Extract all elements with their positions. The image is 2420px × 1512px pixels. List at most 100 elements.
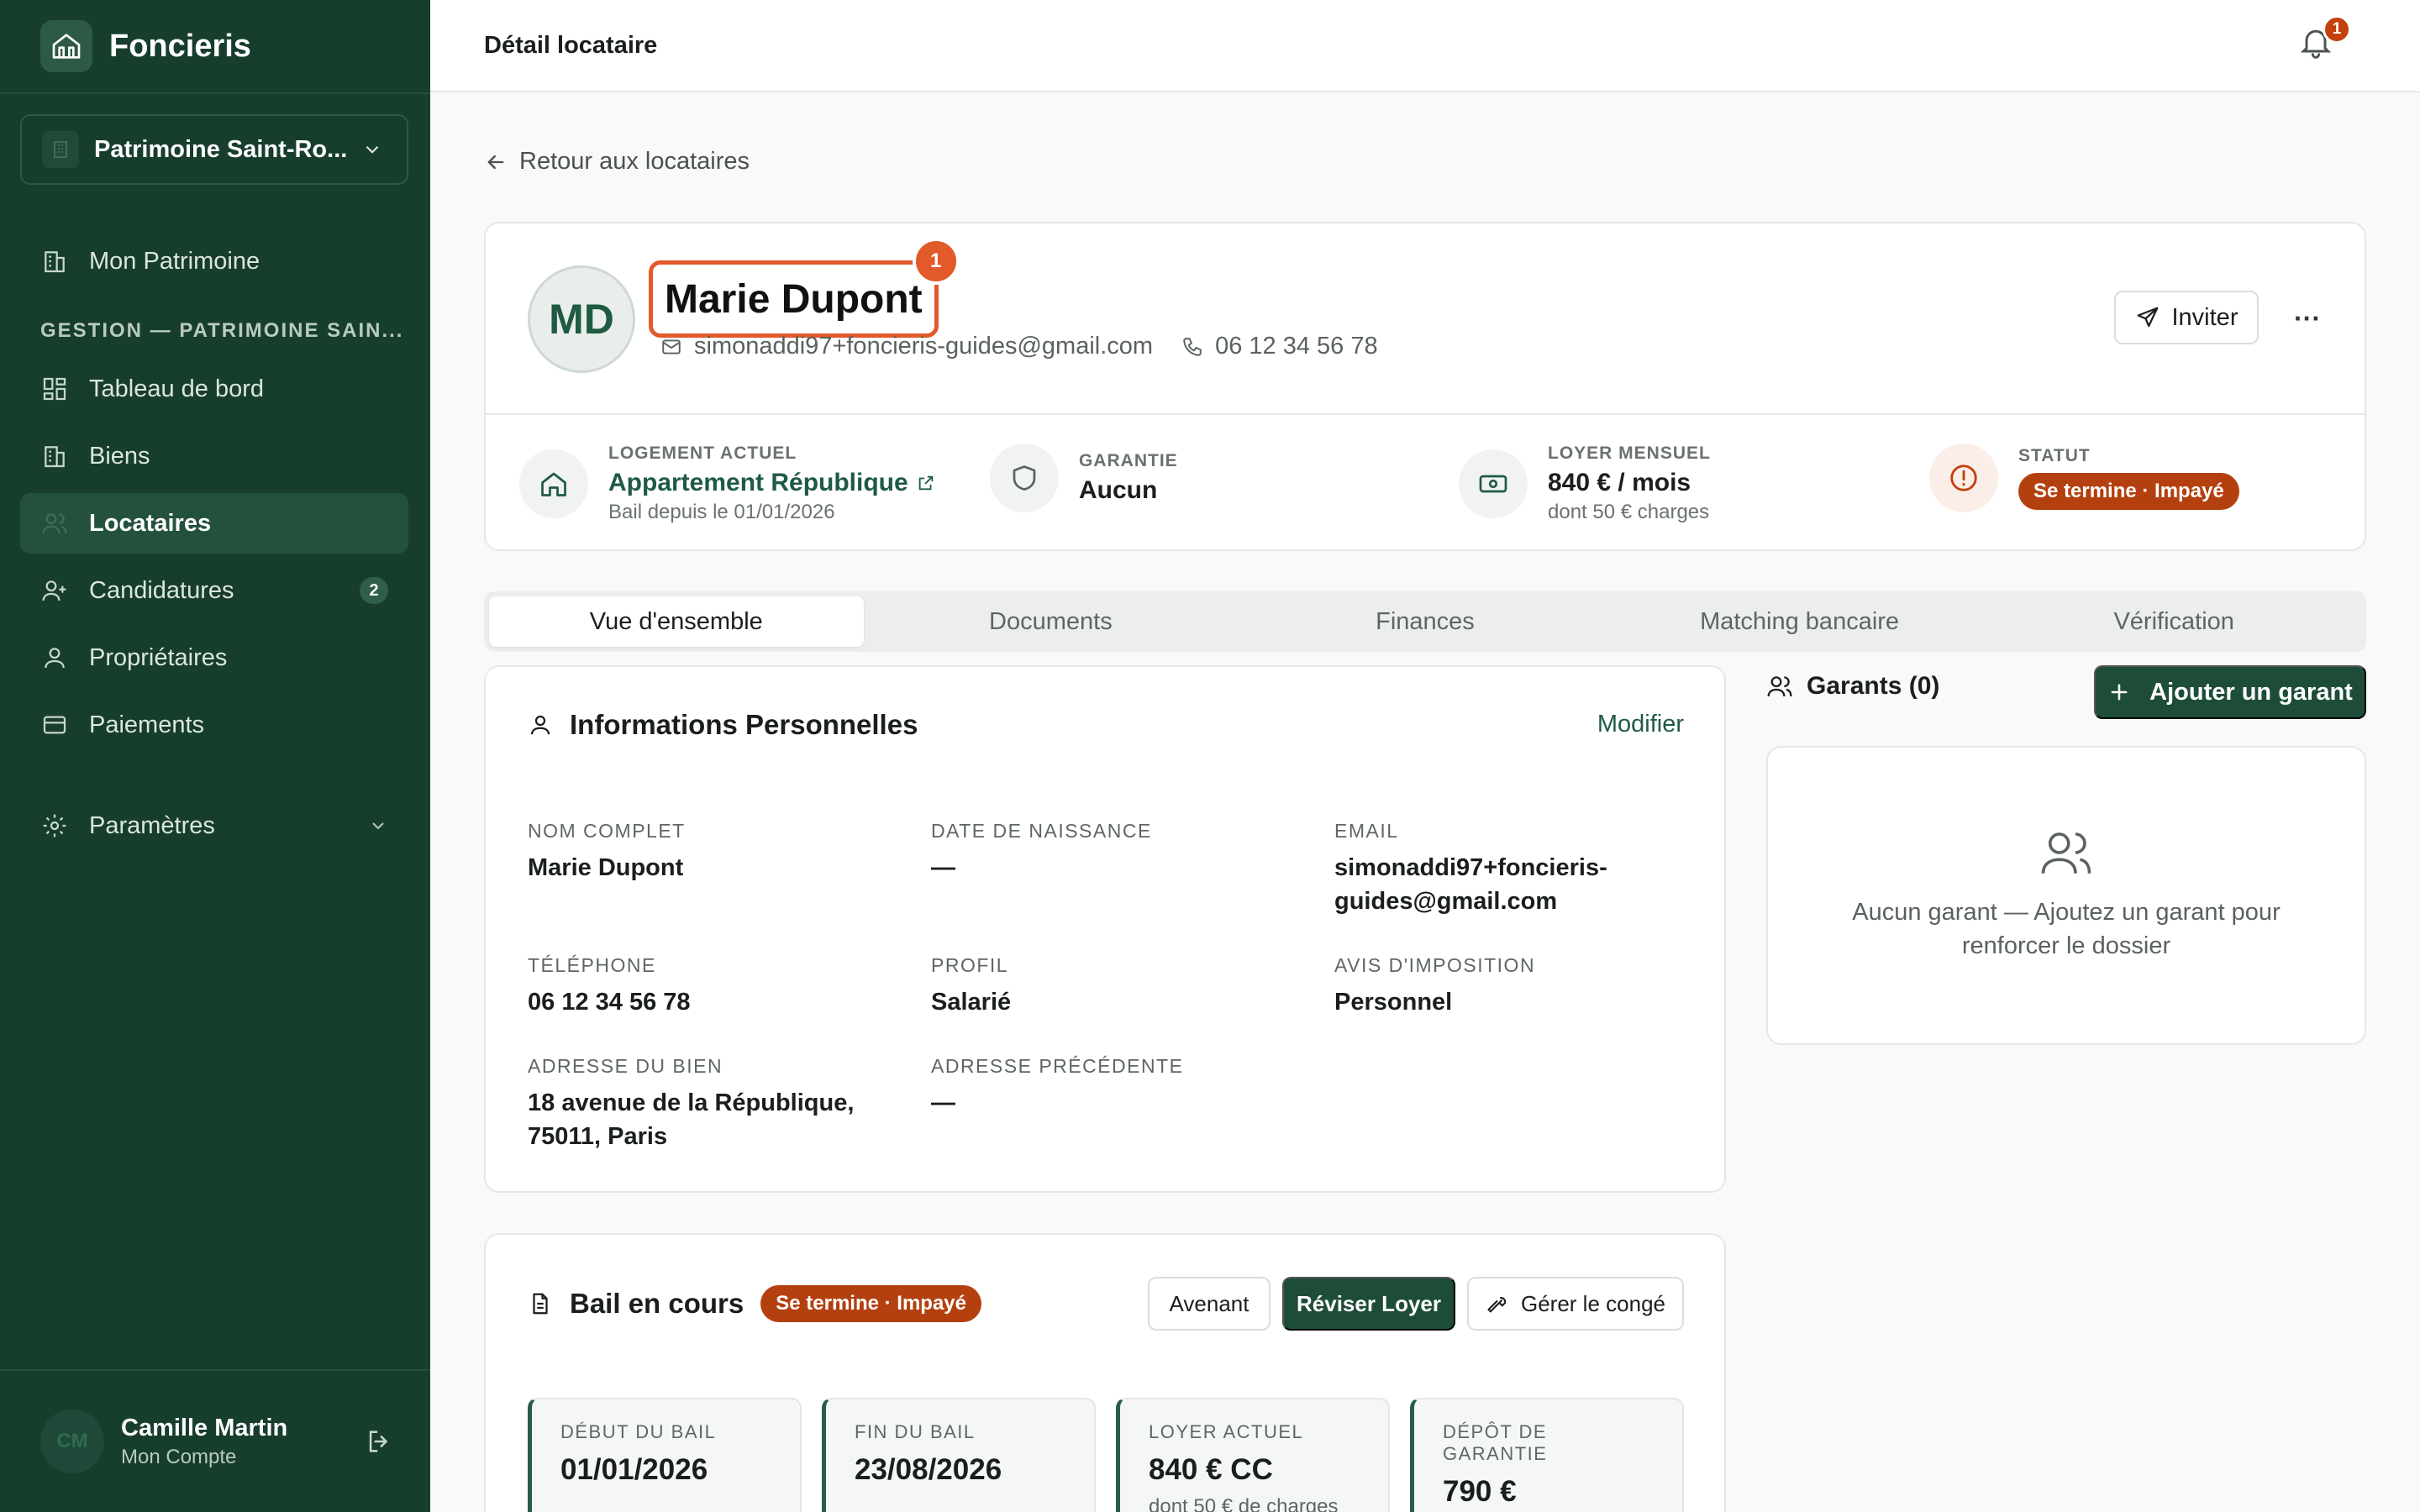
notifications-button[interactable]: 1 bbox=[2297, 15, 2351, 71]
guarantors-header: Garants (0) bbox=[1766, 672, 1939, 701]
sidebar-item-candidatures[interactable]: Candidatures 2 bbox=[20, 560, 408, 621]
revise-rent-button[interactable]: Réviser Loyer bbox=[1282, 1277, 1455, 1331]
tab-bar: Vue d'ensemble Documents Finances Matchi… bbox=[484, 591, 2366, 652]
field-value: simonaddi97+foncieris-guides@gmail.com bbox=[1334, 854, 1607, 915]
avatar: MD bbox=[528, 265, 635, 373]
mail-icon bbox=[660, 336, 682, 358]
house-logo-icon bbox=[40, 20, 92, 72]
field-label: PROFIL bbox=[931, 954, 1009, 976]
card-title: Informations Personnelles bbox=[570, 709, 918, 740]
home-icon bbox=[519, 449, 588, 518]
sidebar-divider bbox=[0, 92, 430, 94]
sidebar-section-label: GESTION — PATRIMOINE SAIN... bbox=[40, 319, 404, 342]
tab-vue-ensemble[interactable]: Vue d'ensemble bbox=[489, 596, 864, 647]
user-icon bbox=[528, 712, 553, 738]
tenant-profile-card: MD Marie Dupont 1 simonaddi97+foncieris-… bbox=[484, 222, 2366, 551]
stat-value: Aucun bbox=[1079, 476, 1158, 504]
add-guarantor-button[interactable]: Ajouter un garant bbox=[2094, 665, 2366, 719]
field-value: 18 avenue de la République, 75011, Paris bbox=[528, 1089, 855, 1150]
count-badge: 2 bbox=[360, 577, 388, 604]
logout-icon[interactable] bbox=[365, 1427, 393, 1456]
field-label: AVIS D'IMPOSITION bbox=[1334, 954, 1536, 976]
users-icon bbox=[1768, 825, 2365, 880]
email-text: simonaddi97+foncieris-guides@gmail.com bbox=[694, 333, 1154, 360]
stat-value: Appartement République bbox=[608, 469, 908, 496]
stat-label: LOGEMENT ACTUEL bbox=[608, 444, 797, 463]
sidebar-item-label: Paiements bbox=[89, 711, 205, 738]
back-link-label: Retour aux locataires bbox=[519, 148, 750, 175]
sidebar-item-biens[interactable]: Biens bbox=[20, 426, 408, 486]
users-icon bbox=[40, 509, 69, 538]
manage-notice-button[interactable]: Gérer le congé bbox=[1467, 1277, 1684, 1331]
annotation-badge: 1 bbox=[912, 238, 960, 285]
sidebar-item-label: Paramètres bbox=[89, 811, 215, 839]
sidebar-item-mon-patrimoine[interactable]: Mon Patrimoine bbox=[20, 231, 408, 291]
workspace-selector[interactable]: Patrimoine Saint-Ro... bbox=[20, 114, 408, 185]
user-plus-icon bbox=[40, 576, 69, 605]
field-label: ADRESSE PRÉCÉDENTE bbox=[931, 1055, 1184, 1077]
tenant-phone[interactable]: 06 12 34 56 78 bbox=[1181, 333, 1378, 360]
user-account[interactable]: CM Camille Martin Mon Compte bbox=[40, 1404, 393, 1478]
sidebar-item-tableau-de-bord[interactable]: Tableau de bord bbox=[20, 359, 408, 419]
tile-label: FIN DU BAIL bbox=[855, 1421, 976, 1442]
amendment-button[interactable]: Avenant bbox=[1148, 1277, 1270, 1331]
more-options-button[interactable]: ··· bbox=[2284, 297, 2331, 339]
tile-value: 01/01/2026 bbox=[560, 1453, 708, 1486]
sidebar-item-label: Propriétaires bbox=[89, 643, 228, 671]
field-label: NOM COMPLET bbox=[528, 820, 686, 842]
send-icon bbox=[2135, 305, 2160, 330]
stat-label: GARANTIE bbox=[1079, 451, 1178, 470]
gear-icon bbox=[40, 811, 69, 840]
sidebar-item-parametres[interactable]: Paramètres bbox=[20, 795, 408, 856]
card-header: Informations Personnelles bbox=[528, 709, 918, 741]
page-title: Détail locataire bbox=[484, 32, 658, 59]
tab-documents[interactable]: Documents bbox=[864, 596, 1239, 647]
guarantors-title: Garants (0) bbox=[1807, 672, 1940, 700]
stat-status: STATUT Se termine · Impayé bbox=[1929, 444, 2239, 512]
stat-housing: LOGEMENT ACTUEL Appartement République B… bbox=[519, 444, 935, 524]
field-label: ADRESSE DU BIEN bbox=[528, 1055, 723, 1077]
field-full-name: NOM COMPLET Marie Dupont bbox=[528, 820, 889, 885]
stat-sub: dont 50 € charges bbox=[1548, 501, 1710, 523]
field-email: EMAIL simonaddi97+foncieris-guides@gmail… bbox=[1334, 820, 1654, 918]
tile-label: LOYER ACTUEL bbox=[1149, 1421, 1304, 1442]
tile-value: 790 € bbox=[1443, 1475, 1517, 1508]
invite-button[interactable]: Inviter bbox=[2114, 291, 2259, 344]
arrow-left-icon bbox=[484, 150, 508, 174]
brand-name: Foncieris bbox=[109, 28, 251, 64]
lease-tile: DÉPÔT DE GARANTIE 790 € bbox=[1410, 1398, 1684, 1512]
tile-label: DÉBUT DU BAIL bbox=[560, 1421, 717, 1442]
empty-state-text: Aucun garant — Ajoutez un garant pour re… bbox=[1852, 899, 2281, 959]
sidebar-item-locataires[interactable]: Locataires bbox=[20, 493, 408, 554]
card-icon bbox=[40, 711, 69, 739]
top-header: Détail locataire 1 bbox=[430, 0, 2420, 92]
edit-link[interactable]: Modifier bbox=[1597, 711, 1684, 738]
field-value: Salarié bbox=[931, 989, 1012, 1016]
field-label: TÉLÉPHONE bbox=[528, 954, 656, 976]
tenant-name: Marie Dupont bbox=[665, 276, 923, 322]
sidebar-item-label: Tableau de bord bbox=[89, 375, 264, 402]
tab-verification[interactable]: Vérification bbox=[1986, 596, 2361, 647]
sidebar-item-label: Biens bbox=[89, 442, 150, 470]
building-icon bbox=[42, 131, 79, 168]
tab-finances[interactable]: Finances bbox=[1238, 596, 1612, 647]
stat-label: STATUT bbox=[2018, 446, 2091, 465]
external-link-icon bbox=[917, 474, 935, 492]
alert-circle-icon bbox=[1929, 444, 1998, 512]
tab-matching-bancaire[interactable]: Matching bancaire bbox=[1612, 596, 1987, 647]
back-link[interactable]: Retour aux locataires bbox=[484, 148, 750, 176]
brand[interactable]: Foncieris bbox=[40, 20, 251, 72]
tenant-email[interactable]: simonaddi97+foncieris-guides@gmail.com bbox=[660, 333, 1153, 360]
tile-value: 23/08/2026 bbox=[855, 1453, 1002, 1486]
sidebar-item-paiements[interactable]: Paiements bbox=[20, 695, 408, 755]
document-icon bbox=[528, 1291, 553, 1316]
avatar: CM bbox=[40, 1410, 104, 1473]
housing-link[interactable]: Appartement République bbox=[608, 469, 935, 497]
card-title: Bail en cours bbox=[570, 1288, 744, 1319]
field-value: Personnel bbox=[1334, 989, 1453, 1016]
field-property-address: ADRESSE DU BIEN 18 avenue de la Républiq… bbox=[528, 1055, 864, 1153]
field-value: — bbox=[931, 854, 955, 881]
sidebar-item-proprietaires[interactable]: Propriétaires bbox=[20, 627, 408, 688]
stat-rent: LOYER MENSUEL 840 € / mois dont 50 € cha… bbox=[1459, 444, 1711, 524]
field-label: EMAIL bbox=[1334, 820, 1399, 842]
